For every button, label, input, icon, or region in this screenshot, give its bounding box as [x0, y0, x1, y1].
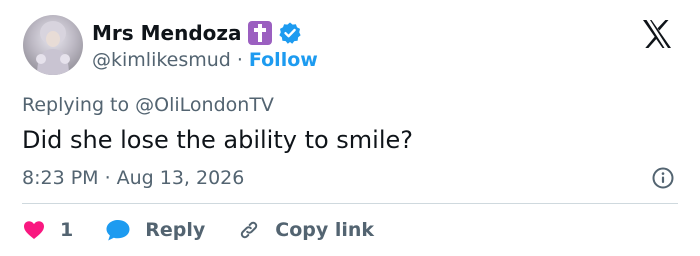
copy-link-button[interactable]: Copy link [237, 218, 374, 242]
info-icon[interactable] [651, 166, 675, 190]
replying-to-label: Replying to [22, 94, 130, 116]
replying-to-line: Replying to @OliLondonTV [22, 91, 274, 119]
tweet-time: 8:23 PM [22, 167, 99, 189]
reply-label: Reply [145, 219, 206, 241]
avatar[interactable] [23, 15, 83, 75]
tweet-text: Did she lose the ability to smile? [22, 126, 414, 154]
divider [22, 203, 678, 204]
tweet-timestamp[interactable]: 8:23 PM · Aug 13, 2026 [22, 164, 244, 192]
heart-icon [24, 221, 44, 239]
like-button[interactable]: 1 [22, 218, 73, 242]
speech-bubble-icon [106, 220, 130, 241]
avatar-image [36, 21, 70, 75]
link-icon [241, 221, 258, 239]
latin-cross-emoji [247, 21, 272, 45]
tweet-actions: 1 Reply Copy link [22, 215, 374, 245]
replying-to-mention[interactable]: @OliLondonTV [135, 94, 274, 116]
tweet-date: Aug 13, 2026 [116, 167, 245, 189]
verified-badge-icon [278, 21, 302, 45]
author-handle[interactable]: @kimlikesmud [92, 46, 231, 74]
timestamp-separator: · [104, 167, 111, 189]
x-logo-icon[interactable] [639, 16, 675, 52]
handle-separator: · [236, 49, 243, 71]
author-handle-row: @kimlikesmud · Follow [92, 46, 318, 74]
reply-button[interactable]: Reply [105, 218, 205, 242]
author-name-row: Mrs Mendoza [92, 18, 302, 48]
author-display-name[interactable]: Mrs Mendoza [92, 18, 242, 48]
like-count: 1 [60, 219, 74, 241]
copy-link-label: Copy link [275, 219, 375, 241]
follow-button[interactable]: Follow [249, 46, 318, 74]
